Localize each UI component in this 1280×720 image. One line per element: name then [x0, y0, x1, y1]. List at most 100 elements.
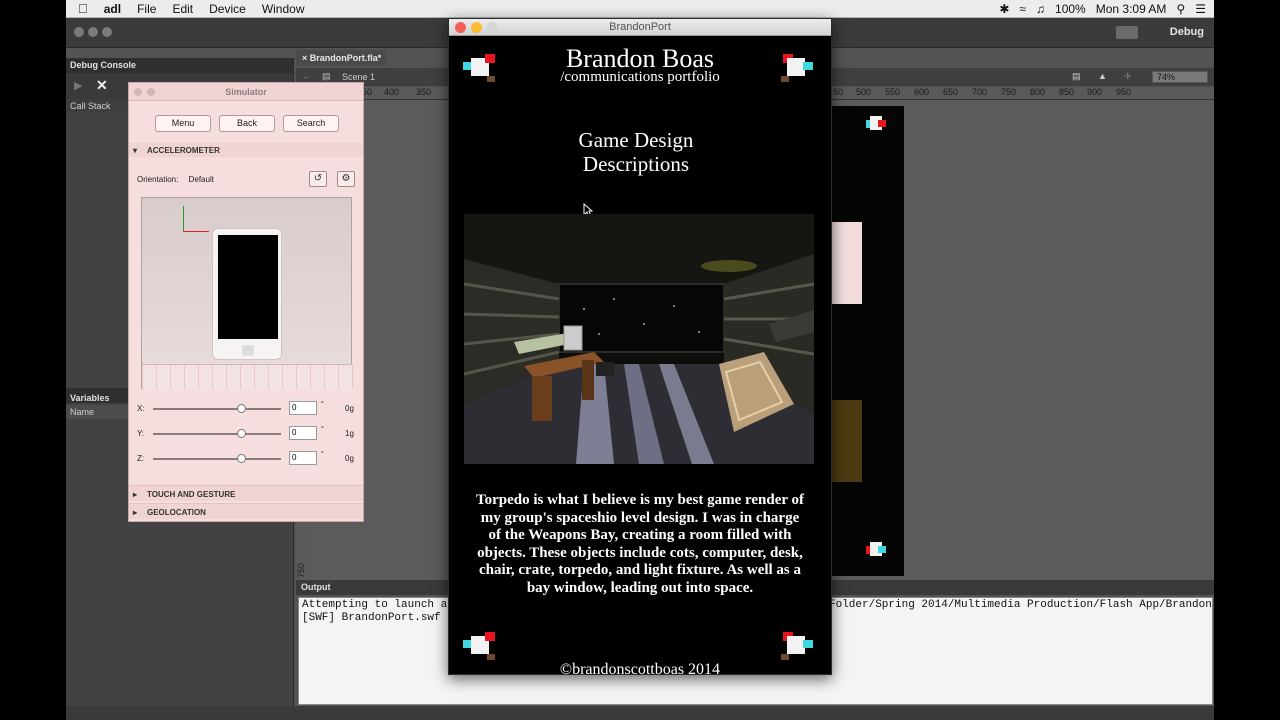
x-axis-label: X:: [137, 404, 145, 413]
z-g-value: 0g: [345, 454, 354, 463]
device-preview[interactable]: [141, 197, 353, 389]
continue-icon[interactable]: ▶: [74, 79, 82, 92]
floor-grid: [142, 364, 353, 389]
battery-label[interactable]: 100%: [1055, 2, 1086, 16]
geolocation-header[interactable]: ▸ GEOLOCATION: [129, 503, 363, 519]
x-value-field[interactable]: 0: [289, 401, 317, 415]
menu-button[interactable]: Menu: [155, 115, 211, 132]
z-axis-label: Z:: [137, 454, 145, 463]
orientation-value: Default: [188, 175, 214, 184]
phone-model: [212, 228, 282, 360]
game-description: Torpedo is what I believe is my best gam…: [475, 492, 805, 596]
game-render-image: [464, 214, 814, 464]
degree-symbol: °: [321, 451, 324, 458]
app-window: BrandonPort Brandon Boas /communications…: [448, 18, 832, 678]
ruler-tick: 950: [1116, 87, 1132, 97]
menu-clock[interactable]: Mon 3:09 AM: [1096, 2, 1167, 16]
degree-symbol: °: [321, 426, 324, 433]
phone-home-button: [242, 345, 254, 356]
edit-symbol-icon[interactable]: ▲: [1098, 71, 1107, 81]
status-strip: [66, 706, 1214, 720]
scene-clapper-icon: ▤: [322, 71, 331, 81]
edit-scene-icon[interactable]: ▤: [1072, 71, 1081, 82]
simulator-minimize-button[interactable]: [147, 88, 155, 96]
stage-logo: [866, 542, 890, 564]
simulator-titlebar: Simulator: [129, 83, 363, 101]
degree-symbol: °: [321, 401, 324, 408]
x-slider-knob[interactable]: [237, 404, 246, 413]
app-minimize-button[interactable]: [471, 22, 482, 33]
stage-content: [832, 106, 904, 576]
touch-gesture-header[interactable]: ▸ TOUCH AND GESTURE: [129, 485, 363, 501]
expand-chevron-icon: ▾: [133, 146, 138, 155]
end-debug-icon[interactable]: ✕: [96, 77, 108, 94]
ruler-tick: 800: [1030, 87, 1046, 97]
app-title: BrandonPort: [609, 21, 671, 33]
volume-icon[interactable]: ♫: [1036, 2, 1045, 16]
wifi-icon[interactable]: ≈: [1019, 2, 1026, 16]
back-button[interactable]: Back: [219, 115, 275, 132]
y-slider-knob[interactable]: [237, 429, 246, 438]
x-axis-indicator: [183, 231, 209, 232]
app-titlebar: BrandonPort: [449, 19, 831, 36]
menu-edit[interactable]: Edit: [172, 0, 193, 18]
axis-sliders: X: 0 ° 0g Y: 0 ° 1g Z: 0 ° 0g: [129, 401, 363, 481]
variables-title: Variables: [70, 393, 110, 403]
y-axis-indicator: [183, 206, 184, 232]
site-subtitle: /communications portfolio: [560, 69, 720, 85]
document-tab-close-icon[interactable]: ×: [302, 53, 307, 63]
output-title[interactable]: Output: [301, 582, 331, 592]
settings-gear-icon[interactable]: ⚙: [337, 171, 355, 187]
screen:  adl File Edit Device Window ✱ ≈ ♫ 100%…: [0, 0, 1280, 720]
menu-device[interactable]: Device: [209, 0, 246, 18]
x-g-value: 0g: [345, 404, 354, 413]
reset-orientation-icon[interactable]: ↺: [309, 171, 327, 187]
x-slider[interactable]: [153, 404, 281, 413]
ruler-tick: 750: [1001, 87, 1017, 97]
ide-minimize-button[interactable]: [88, 27, 98, 37]
bluetooth-icon[interactable]: ✱: [999, 2, 1009, 16]
menu-app-name[interactable]: adl: [104, 0, 121, 18]
vertical-ruler: 750: [296, 520, 308, 578]
center-stage-icon[interactable]: ✛: [1124, 71, 1132, 82]
search-button[interactable]: Search: [283, 115, 339, 132]
y-g-value: 1g: [345, 429, 354, 438]
macos-menu-bar:  adl File Edit Device Window ✱ ≈ ♫ 100%…: [66, 0, 1214, 18]
z-value-field[interactable]: 0: [289, 451, 317, 465]
simulator-title: Simulator: [225, 87, 267, 97]
y-slider[interactable]: [153, 429, 281, 438]
ruler-tick: 850: [1059, 87, 1075, 97]
vertical-ruler-tick: 750: [296, 562, 306, 578]
simulator-panel: Simulator Menu Back Search ▾ ACCELEROMET…: [128, 82, 364, 522]
workspace-switch-icon[interactable]: [1116, 26, 1138, 39]
z-slider[interactable]: [153, 454, 281, 463]
menu-file[interactable]: File: [137, 0, 156, 18]
app-close-button[interactable]: [455, 22, 466, 33]
document-tab[interactable]: × BrandonPort.fla*: [296, 50, 386, 66]
y-value-field[interactable]: 0: [289, 426, 317, 440]
simulator-close-button[interactable]: [134, 88, 142, 96]
apple-menu-icon[interactable]: : [78, 1, 88, 16]
copyright-text: ©brandonscottboas 2014: [559, 661, 721, 678]
zoom-select[interactable]: 74%: [1152, 71, 1208, 83]
accelerometer-header[interactable]: ▾ ACCELEROMETER: [129, 143, 363, 157]
notification-center-icon[interactable]: ☰: [1195, 2, 1206, 16]
scene-label[interactable]: Scene 1: [342, 72, 375, 82]
ide-close-button[interactable]: [74, 27, 84, 37]
spotlight-icon[interactable]: ⚲: [1176, 2, 1185, 16]
stage-logo: [866, 116, 890, 138]
ruler-tick: 900: [1087, 87, 1103, 97]
ruler-tick: 350: [416, 87, 432, 97]
y-axis-label: Y:: [137, 429, 145, 438]
z-slider-knob[interactable]: [237, 454, 246, 463]
collapse-chevron-icon: ▸: [133, 508, 138, 517]
back-arrow-icon[interactable]: ←: [302, 71, 311, 81]
phone-screen: [218, 235, 278, 339]
ruler-tick: 650: [943, 87, 959, 97]
workspace-debug-button[interactable]: Debug: [1170, 26, 1204, 38]
ide-zoom-button[interactable]: [102, 27, 112, 37]
zoom-value: 74%: [1157, 72, 1176, 82]
menu-window[interactable]: Window: [262, 0, 305, 18]
variables-name-column[interactable]: Name: [66, 405, 128, 419]
app-zoom-button[interactable]: [487, 22, 498, 33]
